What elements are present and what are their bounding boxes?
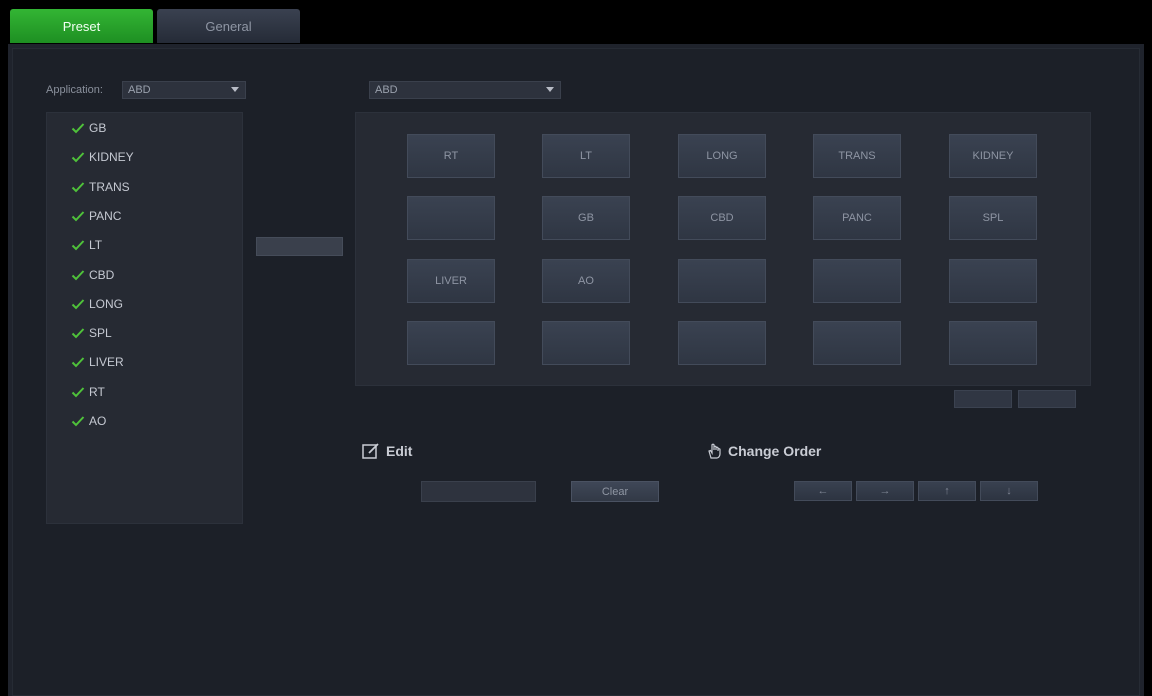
- exam-list-item-label: CBD: [89, 267, 115, 282]
- add-to-grid-button[interactable]: [256, 237, 343, 256]
- exam-list-item[interactable]: AO: [71, 411, 106, 431]
- edit-section-title: Edit: [361, 442, 412, 460]
- exam-list-item[interactable]: CBD: [71, 265, 114, 285]
- preset-grid-cell[interactable]: LIVER: [407, 259, 495, 303]
- exam-list-item-label: GB: [89, 121, 107, 135]
- exam-list-item-label: TRANS: [89, 179, 130, 194]
- preset-grid-cell[interactable]: [407, 196, 495, 240]
- preset-grid-cell[interactable]: [542, 321, 630, 365]
- move-left-button[interactable]: ←: [794, 481, 852, 501]
- move-right-button[interactable]: →: [856, 481, 914, 501]
- tab-bar: Preset General: [0, 0, 1152, 44]
- check-icon: [71, 416, 85, 427]
- chevron-down-icon: [546, 87, 554, 92]
- tab-preset[interactable]: Preset: [10, 9, 153, 43]
- preset-grid-cell[interactable]: [678, 259, 766, 303]
- exam-list-item-label: RT: [89, 384, 105, 399]
- preset-grid-cell[interactable]: LT: [542, 134, 630, 178]
- clear-button[interactable]: Clear: [571, 481, 659, 502]
- preset-grid-cell[interactable]: RT: [407, 134, 495, 178]
- preset-grid: RT LT LONG TRANS KIDNEY GB CBD PANC SPL LIVER AO: [355, 112, 1091, 386]
- edit-title-text: Edit: [386, 443, 413, 459]
- exam-list-item[interactable]: PANC: [71, 206, 121, 226]
- check-icon: [71, 123, 85, 134]
- check-icon: [71, 328, 85, 339]
- preset-grid-cell[interactable]: [813, 321, 901, 365]
- preset-grid-cell[interactable]: LONG: [678, 134, 766, 178]
- preset-grid-cell[interactable]: [407, 321, 495, 365]
- preset-grid-cell[interactable]: SPL: [949, 196, 1037, 240]
- check-icon: [71, 269, 85, 280]
- move-down-button[interactable]: ↓: [980, 481, 1038, 501]
- move-up-button[interactable]: ↑: [918, 481, 976, 501]
- check-icon: [71, 240, 85, 251]
- view-select-value: ABD: [375, 84, 398, 96]
- exam-list-item[interactable]: LIVER: [71, 352, 124, 372]
- exam-list-item-label: SPL: [89, 326, 112, 341]
- preset-grid-cell[interactable]: [949, 321, 1037, 365]
- tab-general[interactable]: General: [157, 9, 300, 43]
- preset-grid-cell[interactable]: [949, 259, 1037, 303]
- check-icon: [71, 152, 85, 163]
- preset-grid-cell[interactable]: AO: [542, 259, 630, 303]
- preset-grid-cell[interactable]: [678, 321, 766, 365]
- preset-grid-cell[interactable]: GB: [542, 196, 630, 240]
- check-icon: [71, 299, 85, 310]
- change-order-title-text: Change Order: [728, 443, 822, 459]
- exam-list-item[interactable]: SPL: [71, 323, 112, 343]
- preset-grid-cell[interactable]: CBD: [678, 196, 766, 240]
- exam-list-item-label: KIDNEY: [89, 150, 134, 165]
- preset-grid-cell[interactable]: PANC: [813, 196, 901, 240]
- application-label: Application:: [46, 84, 103, 96]
- application-select[interactable]: ABD: [122, 81, 246, 99]
- preset-grid-cell[interactable]: KIDNEY: [949, 134, 1037, 178]
- exam-list-item[interactable]: KIDNEY: [71, 147, 134, 167]
- exam-list-item-label: AO: [89, 414, 107, 428]
- exam-list-item-label: LT: [89, 238, 103, 253]
- change-order-section-title: Change Order: [705, 442, 821, 460]
- exam-list-item-label: LONG: [89, 296, 124, 311]
- exam-list-item-label: LIVER: [89, 355, 124, 370]
- exam-list-item[interactable]: TRANS: [71, 177, 130, 197]
- exam-list-item[interactable]: LONG: [71, 294, 123, 314]
- check-icon: [71, 211, 85, 222]
- page-prev-button[interactable]: [954, 390, 1012, 408]
- edit-icon: [362, 443, 379, 459]
- page-next-button[interactable]: [1018, 390, 1076, 408]
- check-icon: [71, 181, 85, 193]
- view-select[interactable]: ABD: [369, 81, 561, 99]
- check-icon: [71, 387, 85, 398]
- exam-list-item[interactable]: RT: [71, 382, 105, 402]
- check-icon: [71, 357, 85, 368]
- exam-list: GB KIDNEY TRANS PANC LT CBD LONG SPL LIVER RT AO: [46, 112, 243, 524]
- preset-grid-cell[interactable]: [813, 259, 901, 303]
- exam-list-item-label: PANC: [89, 208, 122, 223]
- application-select-value: ABD: [128, 84, 151, 96]
- chevron-down-icon: [231, 87, 239, 92]
- exam-list-item[interactable]: LT: [71, 235, 102, 255]
- edit-name-input[interactable]: [421, 481, 536, 502]
- hand-icon: [708, 443, 721, 459]
- preset-grid-cell[interactable]: TRANS: [813, 134, 901, 178]
- exam-list-item[interactable]: GB: [71, 118, 106, 138]
